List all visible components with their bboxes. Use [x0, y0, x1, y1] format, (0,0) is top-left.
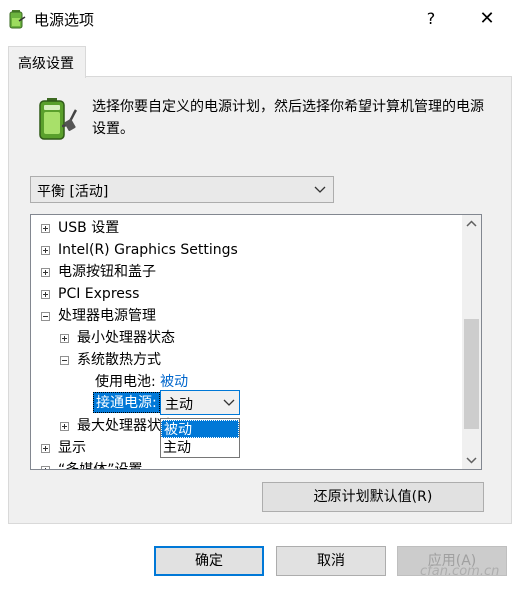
expand-icon[interactable] — [60, 422, 69, 431]
ok-button[interactable]: 确定 — [154, 546, 264, 576]
tab-label: 高级设置 — [18, 56, 74, 72]
expand-icon[interactable] — [41, 268, 50, 277]
settings-tree[interactable]: USB 设置 Intel(R) Graphics Settings 电源按钮和盖… — [30, 214, 482, 470]
chevron-down-icon — [314, 186, 326, 193]
watermark-text: cfan.com.cn — [420, 564, 500, 579]
plugged-in-select-value: 主动 — [165, 397, 193, 413]
expand-icon[interactable] — [41, 246, 50, 255]
tree-item-label: Intel(R) Graphics Settings — [58, 242, 238, 258]
scroll-up-icon[interactable] — [462, 215, 481, 233]
tree-item-label: “多媒体”设置 — [58, 462, 143, 470]
tree-item-label: USB 设置 — [58, 220, 120, 236]
on-battery-label: 使用电池: — [95, 374, 156, 390]
description-text: 选择你要自定义的电源计划，然后选择你希望计算机管理的电源设置。 — [92, 99, 484, 137]
plugged-in-select[interactable]: 主动 — [160, 390, 240, 415]
tab-advanced-settings[interactable]: 高级设置 — [8, 46, 86, 78]
window-title: 电源选项 — [34, 11, 95, 29]
power-plan-value: 平衡 [活动] — [37, 184, 109, 200]
dropdown-option-passive[interactable]: 被动 — [161, 420, 239, 438]
power-options-dialog: 电源选项 ? ✕ 高级设置 选择你要自定义的电源计划，然后选择你希望计算机管理的… — [0, 0, 518, 591]
close-button[interactable]: ✕ — [470, 0, 504, 38]
expand-icon[interactable] — [41, 444, 50, 453]
plugged-in-label[interactable]: 接通电源: — [93, 392, 160, 413]
cooling-policy-dropdown[interactable]: 被动 主动 — [160, 418, 240, 458]
restore-defaults-button[interactable]: 还原计划默认值(R) — [262, 482, 484, 512]
battery-plug-icon — [39, 98, 78, 140]
collapse-icon[interactable] — [60, 356, 69, 365]
tree-item-label: 系统散热方式 — [77, 352, 161, 368]
scrollbar-thumb[interactable] — [464, 319, 479, 429]
tree-item-label: 电源按钮和盖子 — [58, 264, 156, 280]
scroll-down-icon[interactable] — [462, 451, 481, 469]
tree-item-label: PCI Express — [58, 286, 140, 302]
help-button[interactable]: ? — [414, 0, 448, 38]
collapse-icon[interactable] — [41, 312, 50, 321]
dropdown-option-active[interactable]: 主动 — [161, 439, 239, 457]
expand-icon[interactable] — [60, 334, 69, 343]
cancel-button[interactable]: 取消 — [276, 546, 386, 576]
tree-item-label: 显示 — [58, 440, 86, 456]
expand-icon[interactable] — [41, 290, 50, 299]
expand-icon[interactable] — [41, 466, 50, 469]
on-battery-value-link[interactable]: 被动 — [160, 374, 188, 390]
tree-scrollbar[interactable] — [462, 215, 481, 469]
title-bar: 电源选项 ? ✕ — [0, 0, 518, 38]
chevron-down-icon — [223, 399, 235, 406]
power-options-icon — [9, 10, 26, 29]
tree-item-label: 处理器电源管理 — [58, 308, 156, 324]
expand-icon[interactable] — [41, 224, 50, 233]
power-plan-select[interactable]: 平衡 [活动] — [30, 176, 334, 203]
tree-item-label: 最小处理器状态 — [77, 330, 175, 346]
